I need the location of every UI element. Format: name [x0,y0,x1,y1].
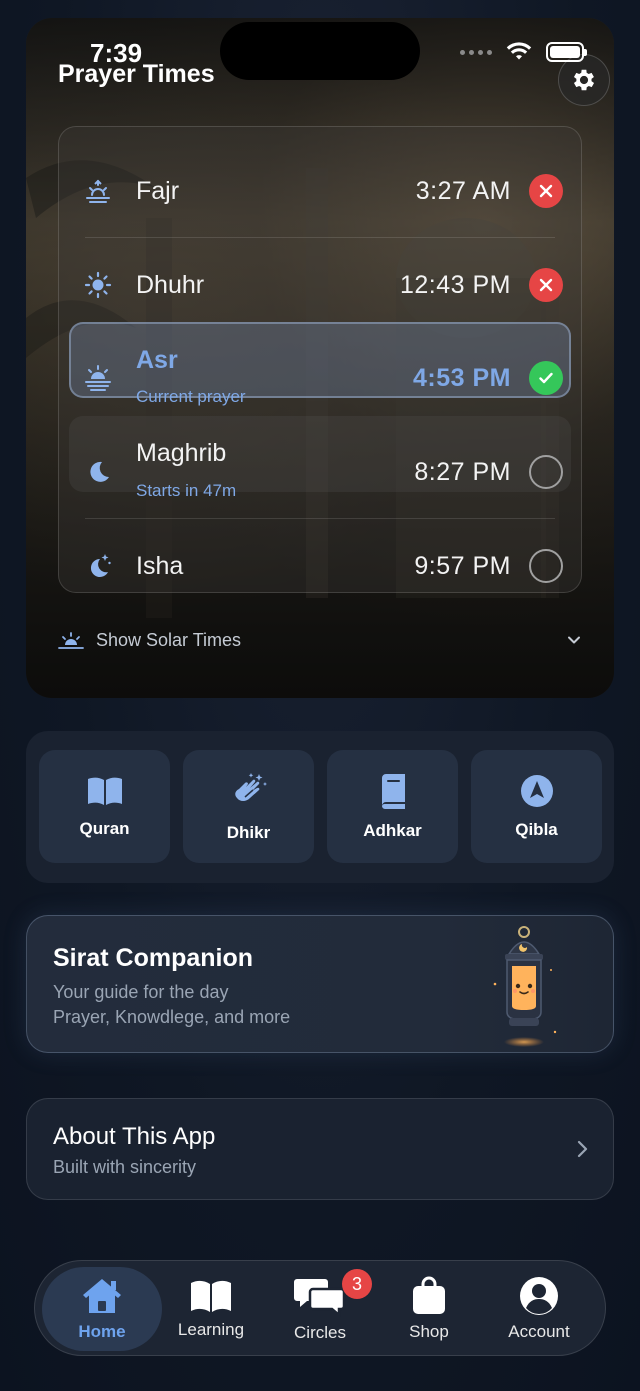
prayer-name: Fajr [136,176,180,205]
chat-bubbles-icon [294,1279,346,1317]
missed-status-button[interactable] [529,268,563,302]
adhkar-button[interactable]: Adhkar [327,750,458,863]
solar-times-label: Show Solar Times [96,630,242,650]
done-status-button[interactable] [529,361,563,395]
prayer-times-hero: 7:39 Prayer Times Fajr 3:27 AM Dhuhr 12:… [26,18,614,698]
dynamic-island [220,22,420,80]
about-subtitle: Built with sincerity [53,1157,197,1177]
prayer-name: Isha [136,551,184,580]
prayer-subtitle: Current prayer [136,387,246,406]
notification-badge: 3 [342,1269,372,1299]
show-solar-times-toggle[interactable]: Show Solar Times [58,630,241,651]
sun-icon [81,268,115,302]
tab-circles[interactable]: Circles 3 [260,1267,380,1351]
mark-prayer-button[interactable] [529,455,563,489]
tab-shop[interactable]: Shop [369,1267,489,1351]
divider [85,518,555,519]
battery-icon [546,42,587,62]
tab-label: Circles [294,1323,346,1342]
prayer-row-dhuhr[interactable]: Dhuhr 12:43 PM [59,248,581,322]
action-label: Quran [79,818,130,838]
about-app-card[interactable]: About This App Built with sincerity [26,1098,614,1200]
quran-button[interactable]: Quran [39,750,170,863]
wifi-icon [506,42,532,60]
chevron-right-icon [577,1140,588,1158]
tab-label: Learning [177,1320,245,1339]
prayer-name: Maghrib [136,439,227,467]
companion-line: Prayer, Knowdlege, and more [53,1007,291,1027]
tab-learning[interactable]: Learning [151,1267,271,1351]
about-title: About This App [53,1123,216,1150]
sunrise-icon [58,631,84,649]
prayer-list: Fajr 3:27 AM Dhuhr 12:43 PM Asr Current … [58,126,582,593]
compass-arrow-icon [520,774,553,807]
tab-account[interactable]: Account [479,1267,599,1351]
hands-clap-icon [234,772,267,802]
close-icon [539,278,553,292]
home-icon [83,1279,121,1313]
dhikr-button[interactable]: Dhikr [183,750,314,863]
prayer-name: Dhuhr [136,270,205,299]
tab-label: Shop [409,1322,449,1341]
book-open-icon [87,777,122,805]
page-title: Prayer Times [58,60,215,88]
prayer-row-fajr[interactable]: Fajr 3:27 AM [59,154,581,228]
sun-haze-icon [81,361,115,395]
book-open-icon [191,1280,231,1312]
action-label: Dhikr [226,822,271,842]
missed-status-button[interactable] [529,174,563,208]
prayer-row-maghrib[interactable]: Maghrib Starts in 47m 8:27 PM [59,435,581,509]
companion-title: Sirat Companion [53,944,254,972]
prayer-time: 8:27 PM [414,457,511,486]
shopping-bag-icon [413,1276,445,1314]
qibla-button[interactable]: Qibla [471,750,602,863]
moon-stars-icon [81,549,115,583]
sunrise-icon [81,174,115,208]
prayer-time: 12:43 PM [399,270,511,299]
divider [85,237,555,238]
prayer-time: 3:27 AM [415,176,511,205]
prayer-row-isha[interactable]: Isha 9:57 PM [59,529,581,603]
quick-actions: Quran Dhikr Adhkar Qibla [26,731,614,883]
user-circle-icon [520,1277,558,1315]
action-label: Adhkar [363,820,422,840]
chevron-down-icon[interactable] [566,632,582,648]
close-icon [539,184,553,198]
lantern-mascot-icon [493,926,557,1047]
tab-bar: Home Learning Circles 3 Shop Account [34,1260,606,1356]
tab-label: Home [78,1322,126,1341]
prayer-name: Asr [136,346,178,374]
tab-home[interactable]: Home [42,1267,162,1351]
tab-label: Account [508,1322,570,1341]
gear-icon [573,69,595,91]
moon-icon [81,455,115,489]
action-label: Qibla [515,819,558,839]
prayer-time: 9:57 PM [414,551,511,580]
cellular-signal-icon [460,49,492,55]
book-icon [381,773,405,809]
sirat-companion-card[interactable]: Sirat Companion Your guide for the day P… [26,915,614,1053]
prayer-row-asr[interactable]: Asr Current prayer 4:53 PM [59,341,581,415]
companion-line: Your guide for the day [53,982,229,1002]
prayer-subtitle: Starts in 47m [136,481,237,500]
prayer-time: 4:53 PM [413,363,511,392]
status-bar-icons [460,42,587,62]
mark-prayer-button[interactable] [529,549,563,583]
checkmark-icon [539,372,553,384]
